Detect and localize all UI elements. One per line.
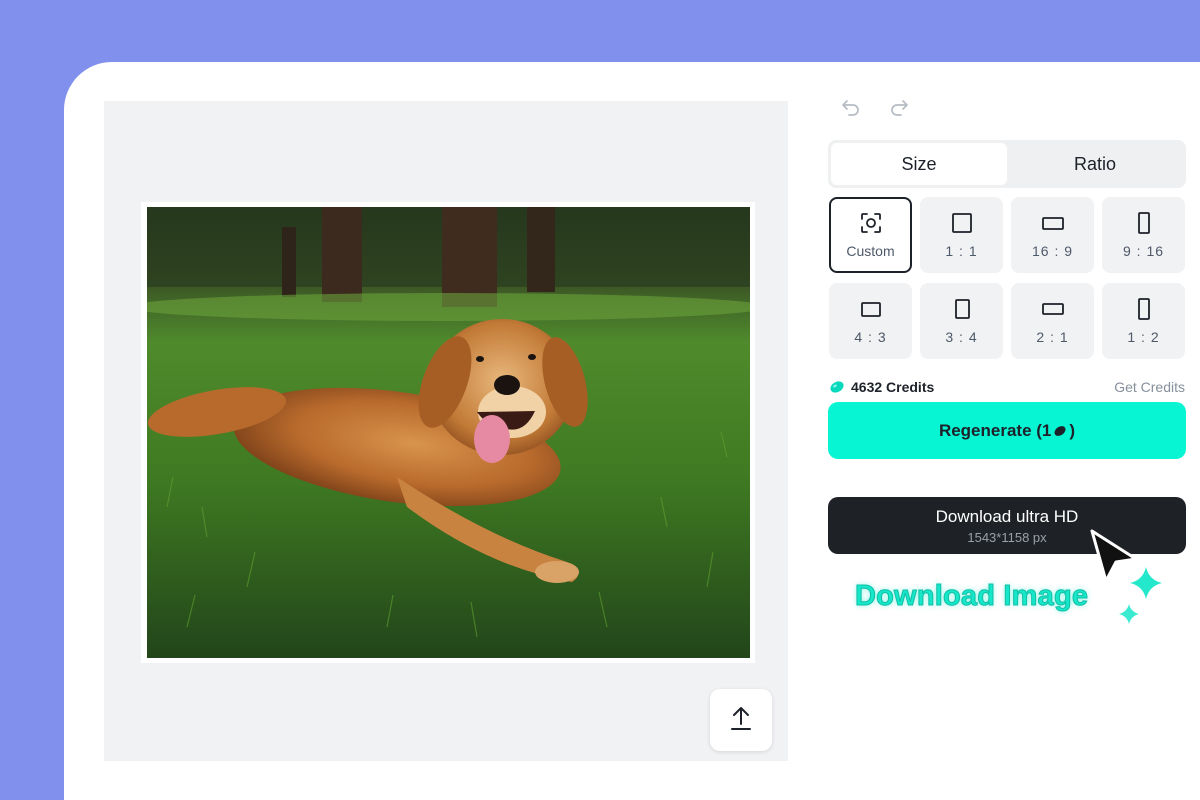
landscape-wide-icon — [1041, 216, 1064, 230]
get-credits-link[interactable]: Get Credits — [1114, 379, 1185, 395]
custom-focus-icon — [860, 212, 881, 233]
upload-icon — [730, 705, 752, 736]
sparkle-icon — [1118, 603, 1140, 630]
landscape-wide-icon — [1041, 302, 1064, 315]
undo-icon — [842, 100, 859, 116]
crop-handle-bottom[interactable] — [432, 658, 464, 663]
ratio-option-9-16[interactable]: 9 : 16 — [1102, 197, 1185, 273]
crop-handle-top-left[interactable] — [141, 202, 146, 224]
regenerate-button[interactable]: Regenerate (1 ) — [828, 402, 1186, 459]
portrait-icon — [954, 298, 970, 319]
crop-handle-top[interactable] — [432, 202, 464, 207]
credit-coin-icon — [830, 381, 844, 393]
square-icon — [951, 212, 972, 233]
crop-handle-bottom-left[interactable] — [141, 641, 146, 663]
credits-row: 4632 Credits Get Credits — [829, 377, 1185, 397]
tab-size[interactable]: Size — [831, 143, 1007, 185]
download-title: Download ultra HD — [935, 506, 1079, 526]
ratio-option-custom[interactable]: Custom — [829, 197, 912, 273]
landscape-icon — [860, 301, 881, 317]
regenerate-label-end: ) — [1069, 420, 1076, 440]
ratio-options: Custom 1 : 1 16 : 9 9 : 16 4 : 3 3 : 4 2… — [829, 197, 1185, 359]
upload-button[interactable] — [710, 689, 772, 751]
crop-handle-top-right[interactable] — [750, 202, 755, 224]
credits-amount: 4632 Credits — [851, 379, 935, 395]
tab-ratio[interactable]: Ratio — [1007, 143, 1183, 185]
sparkle-icon — [1128, 565, 1164, 606]
generated-image-golden-retriever[interactable] — [147, 207, 750, 658]
credits-balance: 4632 Credits — [829, 379, 934, 395]
portrait-tall-icon — [1137, 211, 1150, 234]
crop-handle-bottom-right[interactable] — [750, 641, 755, 663]
ratio-label: 1 : 1 — [945, 242, 978, 259]
undo-button[interactable] — [840, 96, 862, 118]
ratio-label: 1 : 2 — [1127, 328, 1160, 345]
ratio-label: 9 : 16 — [1122, 242, 1165, 259]
download-resolution: 1543*1158 px — [967, 529, 1047, 545]
history-controls — [840, 96, 910, 118]
ratio-option-1-2[interactable]: 1 : 2 — [1102, 283, 1185, 359]
ratio-label: 4 : 3 — [854, 328, 887, 345]
ratio-label: 16 : 9 — [1031, 242, 1074, 259]
ratio-option-2-1[interactable]: 2 : 1 — [1011, 283, 1094, 359]
crop-handle-left[interactable] — [141, 417, 146, 447]
redo-icon — [891, 100, 908, 116]
credit-bean-icon — [1054, 425, 1066, 436]
redo-button[interactable] — [888, 96, 910, 118]
portrait-tall-icon — [1137, 297, 1150, 320]
crop-handle-right[interactable] — [750, 417, 755, 447]
download-image-caption: Download Image — [854, 580, 1089, 613]
ratio-option-1-1[interactable]: 1 : 1 — [920, 197, 1003, 273]
ratio-label: Custom — [846, 242, 895, 259]
ratio-label: 3 : 4 — [945, 328, 978, 345]
ratio-option-3-4[interactable]: 3 : 4 — [920, 283, 1003, 359]
size-ratio-toggle: Size Ratio — [828, 140, 1186, 188]
ratio-label: 2 : 1 — [1036, 328, 1069, 345]
ratio-option-16-9[interactable]: 16 : 9 — [1011, 197, 1094, 273]
ratio-option-4-3[interactable]: 4 : 3 — [829, 283, 912, 359]
regenerate-label: Regenerate (1 — [938, 420, 1052, 440]
